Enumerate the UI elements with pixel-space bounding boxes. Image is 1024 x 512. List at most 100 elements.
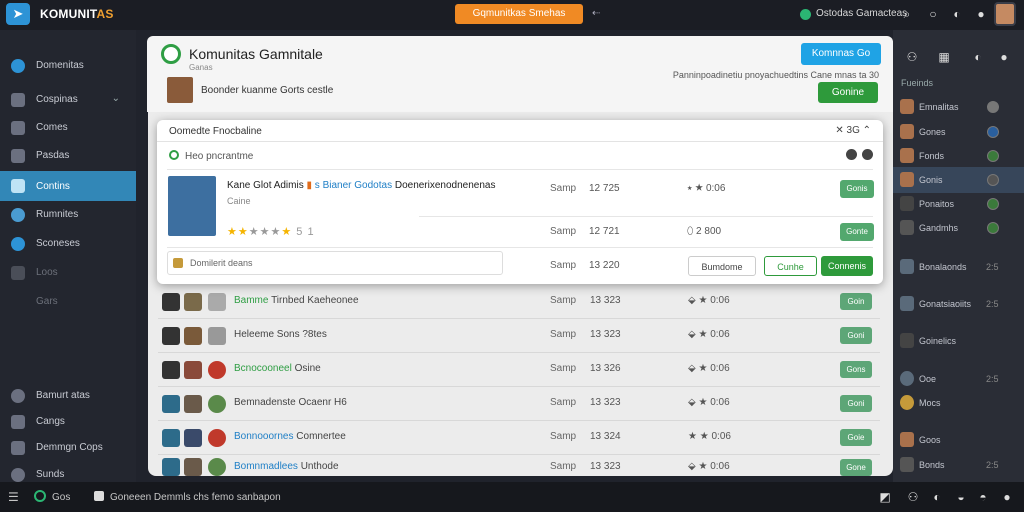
sidebar-item-sconeses[interactable]: Sconeses <box>0 230 136 258</box>
chat-icon[interactable]: ◒ <box>954 490 968 504</box>
friend-item[interactable]: Goinelics <box>893 328 1024 354</box>
grid-icon[interactable]: ▦ <box>937 50 951 64</box>
avatar <box>900 395 914 410</box>
controller-icon[interactable]: ◓ <box>976 490 990 504</box>
users-icon[interactable]: ⚇ <box>905 50 919 64</box>
modal-note: Panninpoadinetiu pnoyachuedtins Cane mna… <box>672 70 879 80</box>
go-online-button[interactable]: Gonine <box>818 82 878 103</box>
join-button[interactable]: Gonte <box>840 223 874 241</box>
sidebar-item-domenitas[interactable]: Domenitas <box>0 52 136 80</box>
status-text[interactable]: Ostodas Gamacteas <box>816 8 907 19</box>
user-avatar[interactable] <box>994 2 1016 26</box>
sidebar-item-gars[interactable]: Gars <box>0 288 136 316</box>
avatar <box>900 457 914 472</box>
users-icon[interactable]: ⚇ <box>906 490 920 504</box>
join-button[interactable]: Goie <box>840 429 872 446</box>
friend-item[interactable]: Ponaitos <box>893 191 1024 217</box>
join-button[interactable]: Gonis <box>840 180 874 198</box>
pause-icon[interactable] <box>862 149 873 160</box>
settings-icon[interactable]: ● <box>997 50 1011 64</box>
sidebar-item-pasdas[interactable]: Pasdas <box>0 142 136 170</box>
join-button[interactable]: Goin <box>840 293 872 310</box>
community-join-button[interactable]: Komnnas Go <box>801 43 881 65</box>
table-row[interactable]: Bcnocooneel Osine Samp 13 326 ⬙ ★ 0:06 G… <box>158 353 880 387</box>
close-icon[interactable]: ✕ 3G ⌃ <box>835 125 871 136</box>
friend-item[interactable]: Bonds 2:5 <box>893 452 1024 478</box>
status-select[interactable]: Bumdome <box>688 256 756 276</box>
avatar <box>900 124 914 139</box>
online-status-icon <box>800 9 811 20</box>
circle-icon[interactable]: ○ <box>926 7 940 21</box>
friend-item[interactable]: Fonds <box>893 143 1024 169</box>
mask-icon[interactable]: ◐ <box>950 7 964 21</box>
table-row[interactable]: Bemnadenste Ocaenr H6 Samp 13 323 ⬙ ★ 0:… <box>158 387 880 421</box>
friend-item[interactable]: Bonalaonds 2:5 <box>893 254 1024 280</box>
join-button[interactable]: Gone <box>840 459 872 476</box>
game-icon <box>162 395 180 413</box>
sidebar-item-comes[interactable]: Comes <box>0 114 136 142</box>
row-samp: Samp <box>550 295 577 306</box>
bottom-status[interactable]: Gos <box>52 492 70 503</box>
friend-item[interactable]: Goos <box>893 427 1024 453</box>
avatar <box>900 148 914 163</box>
folder-icon <box>11 149 25 163</box>
window-icon[interactable]: ◩ <box>878 490 892 504</box>
table-row[interactable]: Bamme Tirnbed Kaeheonee Samp 13 323 ⬙ ★ … <box>158 285 880 319</box>
notification-icon[interactable]: ● <box>1000 490 1014 504</box>
game-thumbnail <box>184 429 202 447</box>
connect-button[interactable]: Connenis <box>821 256 873 276</box>
join-button[interactable]: Goni <box>840 327 872 344</box>
sidebar-item-demmgn-cops[interactable]: Demmgn Cops <box>0 434 136 462</box>
game-thumbnail <box>184 395 202 413</box>
message-input[interactable]: Domilerit deans <box>167 251 503 275</box>
table-row[interactable]: Bonnooornes Comnertee Samp 13 324 ★ ★ 0:… <box>158 421 880 455</box>
refresh-icon[interactable] <box>846 149 857 160</box>
help-icon <box>11 468 25 482</box>
divider <box>167 247 873 248</box>
friend-item[interactable]: Gonatsiaoiits 2:5 <box>893 291 1024 317</box>
mask-icon[interactable]: ◐ <box>930 490 944 504</box>
bottom-message: Goneeen Demmls chs femo sanbapon <box>110 492 281 503</box>
tag-icon <box>173 258 183 268</box>
sidebar-item-cangs[interactable]: Cangs <box>0 408 136 436</box>
game-icon <box>162 458 180 476</box>
world-icon <box>11 389 25 403</box>
friend-item[interactable]: Mocs <box>893 390 1024 416</box>
table-row[interactable]: Heleeme Sons ?8tes Samp 13 323 ⬙ ★ 0:06 … <box>158 319 880 353</box>
row-time: 13 323 <box>590 397 621 408</box>
sidebar-item-bamurt-atas[interactable]: Bamurt atas <box>0 382 136 410</box>
sidebar-item-contins[interactable]: Contins <box>0 171 136 201</box>
table-row[interactable]: Bomnmadlees Unthode Samp 13 323 ⬙ ★ 0:06… <box>158 455 880 476</box>
chevron-down-icon[interactable]: ⌄ <box>112 93 120 104</box>
game-thumbnail <box>208 361 226 379</box>
join-button[interactable]: Goni <box>840 395 872 412</box>
row-samp: Samp <box>550 226 577 237</box>
card-icons <box>841 149 873 163</box>
cancel-button[interactable]: Cunhe <box>764 256 817 276</box>
game-thumbnail <box>208 293 226 311</box>
friend-item[interactable]: Gones <box>893 119 1024 145</box>
community-search-button[interactable]: Gqmunitkas Smehas <box>455 4 583 24</box>
join-button[interactable]: Gons <box>840 361 872 378</box>
friend-item[interactable]: Ooe 2:5 <box>893 366 1024 392</box>
friend-item[interactable]: Emnalitas <box>893 94 1024 120</box>
sidebar-item-cospinas[interactable]: Cospinas ⌄ <box>0 86 136 114</box>
sidebar-item-loos[interactable]: Loos <box>0 259 136 287</box>
search-icon[interactable]: ⌕ <box>900 7 914 21</box>
tools-icon <box>11 266 25 280</box>
app-logo-icon[interactable]: ➤ <box>6 3 30 25</box>
row-rating: ⬙ ★ 0:06 <box>688 363 730 374</box>
card-subtitle: Heo pncrantme <box>169 150 253 162</box>
sidebar-item-rumnites[interactable]: Rumnites <box>0 201 136 229</box>
back-arrow-icon[interactable]: ⇠ <box>592 8 600 19</box>
menu-icon[interactable]: ☰ <box>8 490 19 504</box>
row-name: Bonnooornes Comnertee <box>234 431 346 442</box>
game-thumbnail <box>184 458 202 476</box>
game-thumbnail <box>184 293 202 311</box>
avatar <box>900 432 914 447</box>
mask-icon[interactable]: ◐ <box>971 50 985 64</box>
friend-item[interactable]: Gonis <box>893 167 1024 193</box>
settings-icon[interactable]: ● <box>974 7 988 21</box>
row-rating: ⬙ ★ 0:06 <box>688 329 730 340</box>
friend-item[interactable]: Gandmhs <box>893 215 1024 241</box>
